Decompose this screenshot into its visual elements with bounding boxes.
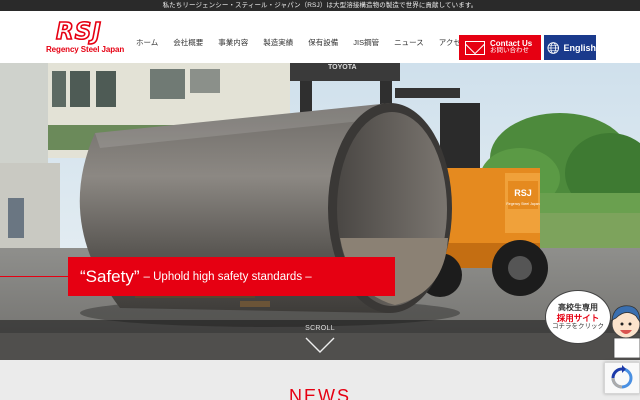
announcement-text: 私たちリージェンシー・スティール・ジャパン（RSJ）は大型溶接構造物の製造で世界… bbox=[162, 2, 478, 9]
english-button[interactable]: English bbox=[544, 35, 596, 60]
hero-caption-sub: – Uphold high safety standards – bbox=[143, 270, 312, 283]
scroll-label: SCROLL bbox=[305, 325, 335, 332]
mascot-character-icon[interactable] bbox=[606, 298, 640, 358]
recaptcha-icon bbox=[611, 365, 633, 389]
contact-sublabel: お問い合わせ bbox=[490, 47, 529, 55]
site-logo[interactable]: RSJ Regency Steel Japan bbox=[46, 19, 130, 58]
logo-mark: RSJ bbox=[55, 19, 102, 45]
forklift-brand: TOYOTA bbox=[328, 64, 357, 71]
contact-button[interactable]: Contact Us お問い合わせ bbox=[459, 35, 541, 60]
chevron-down-icon[interactable] bbox=[305, 336, 335, 354]
nav-item-business[interactable]: 事業内容 bbox=[218, 37, 248, 48]
news-title: NEWS bbox=[289, 386, 351, 400]
nav-item-results[interactable]: 製造実績 bbox=[263, 37, 293, 48]
caption-accent-line bbox=[0, 276, 68, 277]
page: 私たちリージェンシー・スティール・ジャパン（RSJ）は大型溶接構造物の製造で世界… bbox=[0, 0, 640, 400]
nav-item-company[interactable]: 会社概要 bbox=[173, 37, 203, 48]
hero-caption: “Safety” – Uphold high safety standards … bbox=[68, 257, 395, 296]
nav-item-jis-pipe[interactable]: JIS鋼管 bbox=[353, 37, 379, 48]
main-nav: ホーム 会社概要 事業内容 製造実績 保有設備 JIS鋼管 ニュース アクセス bbox=[136, 37, 483, 48]
recruit-line-2: 採用サイト bbox=[556, 312, 600, 323]
recaptcha-badge[interactable] bbox=[604, 362, 640, 394]
logo-company-name: Regency Steel Japan bbox=[46, 45, 125, 54]
nav-item-home[interactable]: ホーム bbox=[136, 37, 158, 48]
english-label: English bbox=[563, 42, 596, 53]
recruit-line-1: 高校生専用 bbox=[558, 303, 598, 313]
hero-caption-main: “Safety” bbox=[80, 266, 140, 286]
mail-icon bbox=[465, 40, 485, 55]
top-announcement-bar: 私たちリージェンシー・スティール・ジャパン（RSJ）は大型溶接構造物の製造で世界… bbox=[0, 0, 640, 11]
recruit-site-banner[interactable]: 高校生専用 採用サイト コチラをクリック bbox=[545, 290, 615, 346]
hero-slider: RSJ Regency Steel Japan TOYOTA “Safety” … bbox=[0, 63, 640, 360]
forklift-badge-sub: Regency Steel Japan bbox=[506, 202, 539, 206]
nav-item-news[interactable]: ニュース bbox=[394, 37, 424, 48]
nav-item-equipment[interactable]: 保有設備 bbox=[308, 37, 338, 48]
globe-icon bbox=[547, 41, 560, 54]
forklift-badge: RSJ bbox=[514, 188, 532, 198]
site-header: RSJ Regency Steel Japan ホーム 会社概要 事業内容 製造… bbox=[0, 11, 640, 63]
recruit-bubble: 高校生専用 採用サイト コチラをクリック bbox=[545, 290, 611, 344]
recruit-line-3: コチラをクリック bbox=[552, 322, 604, 330]
hero-photo: RSJ Regency Steel Japan TOYOTA bbox=[0, 63, 640, 360]
